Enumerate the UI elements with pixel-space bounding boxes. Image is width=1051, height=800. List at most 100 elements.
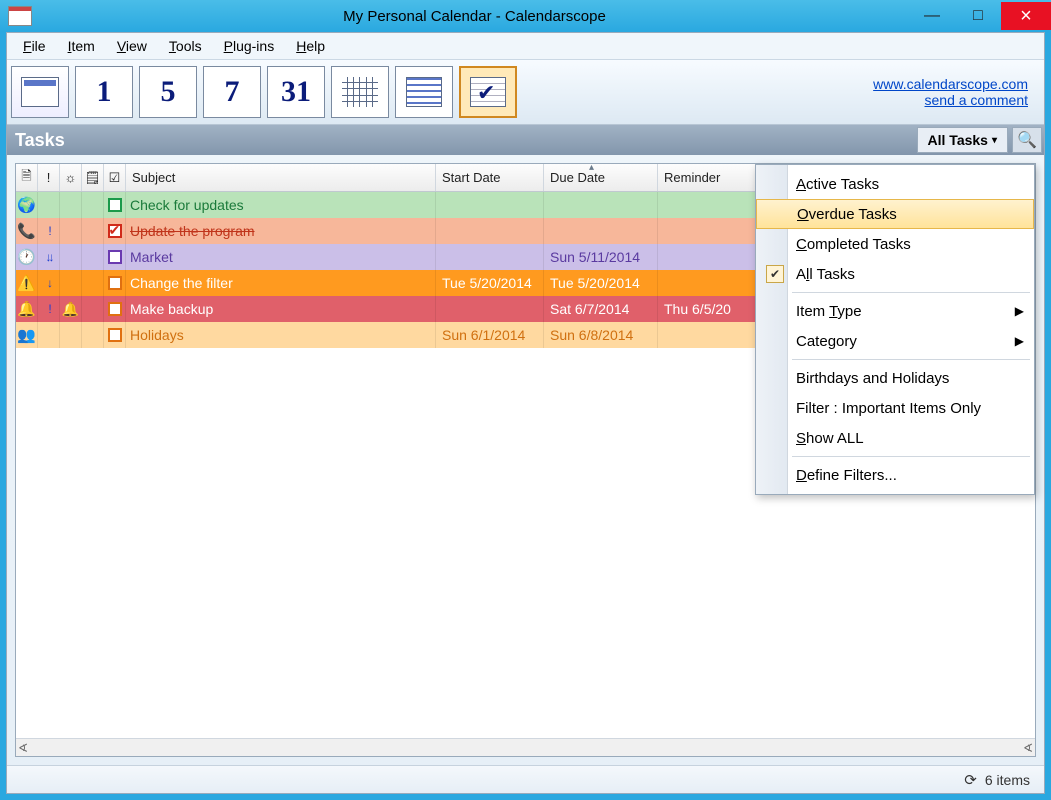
filter-birthdays[interactable]: Birthdays and Holidays <box>756 363 1034 393</box>
row-priority-icon: ! <box>38 296 60 322</box>
row-alarm-icon <box>60 270 82 296</box>
filter-completed-tasks[interactable]: Completed Tasks <box>756 229 1034 259</box>
tasks-title: Tasks <box>15 130 65 151</box>
filter-dropdown-menu: Active Tasks Overdue Tasks Completed Tas… <box>755 164 1035 495</box>
row-due-date: Sun 5/11/2014 <box>544 244 658 270</box>
row-type-icon: 🕐 <box>16 244 38 270</box>
toolbar-week-button[interactable]: 7 <box>203 66 261 118</box>
row-type-icon: 📞 <box>16 218 38 244</box>
row-type-icon: ⚠️ <box>16 270 38 296</box>
row-priority-icon <box>38 192 60 218</box>
row-subject: Make backup <box>126 296 436 322</box>
row-start-date <box>436 244 544 270</box>
maximize-button[interactable]: □ <box>955 2 1001 30</box>
row-checkbox[interactable] <box>104 270 126 296</box>
horizontal-scrollbar[interactable]: ∢∢ <box>16 738 1035 756</box>
row-priority-icon <box>38 322 60 348</box>
row-alarm-icon <box>60 218 82 244</box>
row-note-icon <box>82 296 104 322</box>
toolbar-links: www.calendarscope.com send a comment <box>873 76 1040 108</box>
row-type-icon: 🌍 <box>16 192 38 218</box>
filter-important[interactable]: Filter : Important Items Only <box>756 393 1034 423</box>
row-note-icon <box>82 270 104 296</box>
row-priority-icon: ↓↓ <box>38 244 60 270</box>
row-note-icon <box>82 244 104 270</box>
row-checkbox[interactable] <box>104 322 126 348</box>
filter-define[interactable]: Define Filters... <box>756 460 1034 490</box>
titlebar: My Personal Calendar - Calendarscope — □… <box>0 0 1051 32</box>
filter-category[interactable]: Category▶ <box>756 326 1034 356</box>
row-alarm-icon <box>60 322 82 348</box>
row-start-date <box>436 218 544 244</box>
filter-overdue-tasks[interactable]: Overdue Tasks <box>756 199 1034 229</box>
menu-view[interactable]: View <box>107 36 157 56</box>
row-start-date: Sun 6/1/2014 <box>436 322 544 348</box>
col-start[interactable]: Start Date <box>436 164 544 191</box>
menubar: File Item View Tools Plug-ins Help <box>7 33 1044 59</box>
row-note-icon <box>82 322 104 348</box>
status-count: 6 items <box>985 772 1030 788</box>
row-subject: Holidays <box>126 322 436 348</box>
row-alarm-icon <box>60 192 82 218</box>
toolbar-tasks-button[interactable] <box>459 66 517 118</box>
row-due-date: Tue 5/20/2014 <box>544 270 658 296</box>
col-alarm[interactable]: ☼ <box>60 164 82 191</box>
row-alarm-icon: 🔔 <box>60 296 82 322</box>
row-checkbox[interactable] <box>104 192 126 218</box>
col-check[interactable]: ☑ <box>104 164 126 191</box>
link-comment[interactable]: send a comment <box>873 92 1028 108</box>
row-note-icon <box>82 192 104 218</box>
col-subject[interactable]: Subject <box>126 164 436 191</box>
app-icon <box>8 6 32 26</box>
row-due-date: Sat 6/7/2014 <box>544 296 658 322</box>
tasks-header: Tasks All Tasks▾ 🔍 <box>7 125 1044 155</box>
filter-active-tasks[interactable]: Active Tasks <box>756 169 1034 199</box>
col-due[interactable]: Due Date <box>544 164 658 191</box>
row-due-date: Sun 6/8/2014 <box>544 322 658 348</box>
row-subject: Update the program <box>126 218 436 244</box>
filter-all-tasks[interactable]: ✔All Tasks <box>756 259 1034 289</box>
tasks-grid: 🗎 ! ☼ 🗒 ☑ Subject Start Date Due Date Re… <box>15 163 1036 757</box>
toolbar: 1 5 7 31 www.calendarscope.com send a co… <box>7 59 1044 125</box>
menu-file[interactable]: File <box>13 36 56 56</box>
close-button[interactable]: × <box>1001 2 1051 30</box>
row-type-icon: 🔔 <box>16 296 38 322</box>
refresh-icon[interactable]: ⟳ <box>964 771 977 789</box>
client-area: File Item View Tools Plug-ins Help 1 5 7… <box>6 32 1045 794</box>
row-due-date <box>544 192 658 218</box>
row-checkbox[interactable] <box>104 296 126 322</box>
row-type-icon: 👥 <box>16 322 38 348</box>
toolbar-day-button[interactable]: 1 <box>75 66 133 118</box>
toolbar-agenda-button[interactable] <box>395 66 453 118</box>
row-checkbox[interactable] <box>104 218 126 244</box>
link-website[interactable]: www.calendarscope.com <box>873 76 1028 92</box>
row-alarm-icon <box>60 244 82 270</box>
row-due-date <box>544 218 658 244</box>
window-title: My Personal Calendar - Calendarscope <box>40 8 909 25</box>
toolbar-month-button[interactable]: 31 <box>267 66 325 118</box>
filter-item-type[interactable]: Item Type▶ <box>756 296 1034 326</box>
row-priority-icon: ! <box>38 218 60 244</box>
find-button[interactable]: 🔍 <box>1012 127 1042 153</box>
col-icon[interactable]: 🗎 <box>16 164 38 191</box>
row-subject: Check for updates <box>126 192 436 218</box>
row-checkbox[interactable] <box>104 244 126 270</box>
menu-tools[interactable]: Tools <box>159 36 212 56</box>
row-priority-icon: ↓ <box>38 270 60 296</box>
menu-item[interactable]: Item <box>58 36 105 56</box>
col-priority[interactable]: ! <box>38 164 60 191</box>
filter-show-all[interactable]: Show ALL <box>756 423 1034 453</box>
status-bar: ⟳ 6 items <box>7 765 1044 793</box>
toolbar-workweek-button[interactable]: 5 <box>139 66 197 118</box>
col-note[interactable]: 🗒 <box>82 164 104 191</box>
binoculars-icon: 🔍 <box>1017 130 1037 150</box>
row-start-date: Tue 5/20/2014 <box>436 270 544 296</box>
menu-plugins[interactable]: Plug-ins <box>214 36 285 56</box>
filter-dropdown-button[interactable]: All Tasks▾ <box>917 127 1008 153</box>
minimize-button[interactable]: — <box>909 2 955 30</box>
row-start-date <box>436 296 544 322</box>
row-note-icon <box>82 218 104 244</box>
menu-help[interactable]: Help <box>286 36 335 56</box>
toolbar-year-button[interactable] <box>331 66 389 118</box>
toolbar-today-button[interactable] <box>11 66 69 118</box>
